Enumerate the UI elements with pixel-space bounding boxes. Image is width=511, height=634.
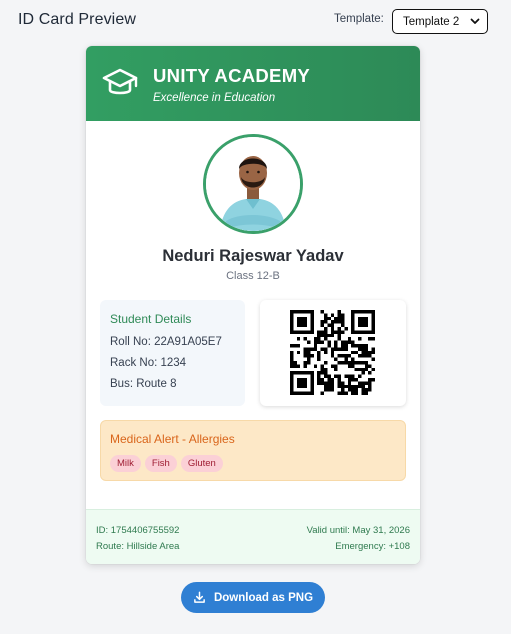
student-details-box: Student Details Roll No: 22A91A05E7 Rack… xyxy=(100,300,245,406)
page-title: ID Card Preview xyxy=(18,11,136,28)
allergy-chip: Fish xyxy=(144,455,177,472)
allergy-chip: Gluten xyxy=(180,455,223,472)
template-label: Template: xyxy=(334,13,384,25)
student-class: Class 12-B xyxy=(226,270,280,282)
rack-number: Rack No: 1234 xyxy=(110,357,187,369)
medical-alert-box: Medical Alert - Allergies Milk Fish Glut… xyxy=(100,420,406,481)
download-png-button[interactable]: Download as PNG xyxy=(181,582,325,613)
qr-code xyxy=(290,310,375,395)
allergy-chip: Milk xyxy=(110,455,141,472)
valid-until: Valid until: May 31, 2026 xyxy=(306,525,410,536)
card-id: ID: 1754406755592 xyxy=(96,525,180,536)
qr-code-box xyxy=(260,300,406,406)
card-footer: ID: 1754406755592 Route: Hillside Area V… xyxy=(86,509,420,564)
download-button-label: Download as PNG xyxy=(213,591,314,604)
id-card: UNITY ACADEMY Excellence in Education Ne… xyxy=(86,46,420,564)
school-tagline: Excellence in Education xyxy=(153,92,276,104)
template-select[interactable]: Template 2 xyxy=(392,9,488,34)
student-photo xyxy=(203,134,303,234)
chevron-down-icon xyxy=(470,18,480,24)
emergency-contact: Emergency: +108 xyxy=(335,541,410,552)
school-name: UNITY ACADEMY xyxy=(153,65,311,86)
student-name: Neduri Rajeswar Yadav xyxy=(162,247,344,265)
card-route: Route: Hillside Area xyxy=(96,541,180,552)
allergy-list: Milk Fish Gluten xyxy=(110,455,223,472)
graduation-cap-icon xyxy=(102,68,138,95)
download-icon xyxy=(194,591,205,603)
medical-alert-title: Medical Alert - Allergies xyxy=(110,432,235,446)
bus-route: Bus: Route 8 xyxy=(110,378,177,390)
roll-number: Roll No: 22A91A05E7 xyxy=(110,336,222,348)
template-select-value: Template 2 xyxy=(403,15,460,28)
student-photo-image xyxy=(206,137,300,231)
student-details-title: Student Details xyxy=(110,312,192,326)
card-header: UNITY ACADEMY Excellence in Education xyxy=(86,46,420,121)
